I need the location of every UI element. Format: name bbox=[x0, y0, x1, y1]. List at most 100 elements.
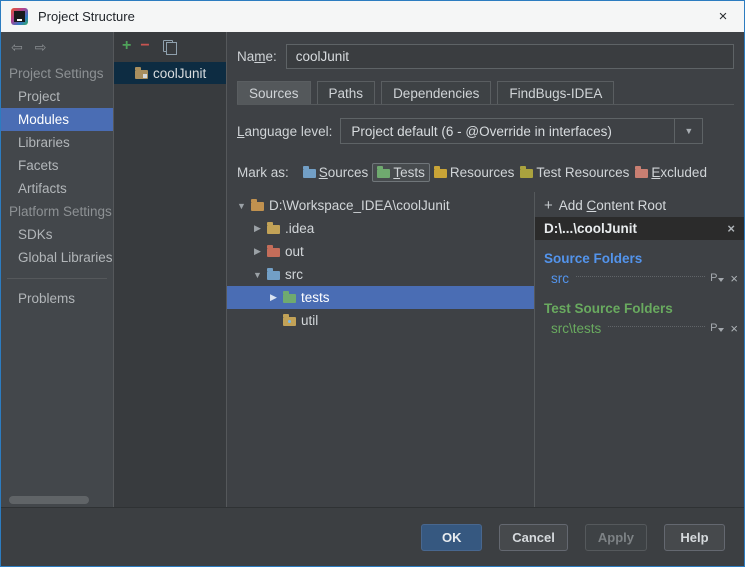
module-editor-panel: Name: Sources Paths Dependencies FindBug… bbox=[227, 32, 744, 507]
apply-button: Apply bbox=[585, 524, 647, 551]
window-title: Project Structure bbox=[38, 9, 135, 24]
folder-icon bbox=[251, 202, 264, 211]
name-row: Name: bbox=[237, 43, 734, 69]
back-arrow-icon[interactable]: ⇦ bbox=[11, 39, 23, 56]
sidebar-item-project[interactable]: Project bbox=[1, 85, 113, 108]
dotted-leader bbox=[608, 326, 705, 327]
sidebar-item-global-libraries[interactable]: Global Libraries bbox=[1, 246, 113, 269]
sidebar-section-platform-settings: Platform Settings bbox=[1, 200, 113, 223]
tree-row-label: util bbox=[301, 313, 318, 328]
sidebar-item-problems[interactable]: Problems bbox=[1, 287, 113, 310]
add-content-root-button[interactable]: + Add Content Root bbox=[535, 194, 744, 217]
sidebar-section-project-settings: Project Settings bbox=[1, 62, 113, 85]
module-icon bbox=[135, 70, 148, 79]
copy-icon[interactable] bbox=[163, 40, 173, 52]
remove-folder-icon[interactable]: × bbox=[730, 321, 738, 336]
tab-sources[interactable]: Sources bbox=[237, 81, 311, 104]
language-level-row: Language level: Project default (6 - @Ov… bbox=[237, 118, 734, 144]
sidebar-separator bbox=[7, 278, 107, 279]
tree-row-label: .idea bbox=[285, 221, 314, 236]
tree-row-label: src bbox=[285, 267, 303, 282]
excluded-folder-icon bbox=[267, 248, 280, 257]
chevron-collapsed-icon[interactable]: ▶ bbox=[251, 246, 264, 257]
mark-as-tests-button[interactable]: Tests bbox=[372, 163, 430, 182]
module-name-input[interactable] bbox=[286, 44, 734, 69]
add-content-root-label: Add Content Root bbox=[559, 198, 666, 213]
mark-as-test-resources-button[interactable]: Test Resources bbox=[518, 163, 631, 182]
chevron-down-icon[interactable]: ▼ bbox=[674, 119, 702, 143]
test-source-folder-entry[interactable]: src\tests P × bbox=[551, 319, 738, 337]
horizontal-scrollbar[interactable] bbox=[9, 496, 89, 504]
tree-row-content-root[interactable]: ▼ D:\Workspace_IDEA\coolJunit bbox=[227, 194, 534, 217]
package-prefix-icon[interactable]: P bbox=[710, 322, 724, 334]
remove-content-root-icon[interactable]: × bbox=[727, 221, 735, 236]
sidebar-item-artifacts[interactable]: Artifacts bbox=[1, 177, 113, 200]
dialog-button-bar: OK Cancel Apply Help bbox=[1, 507, 744, 566]
project-structure-dialog: Project Structure × ⇦ ⇨ Project Settings… bbox=[0, 0, 745, 567]
sources-folder-icon bbox=[303, 169, 316, 178]
tree-row-src[interactable]: ▼ src bbox=[227, 263, 534, 286]
language-level-select[interactable]: Project default (6 - @Override in interf… bbox=[340, 118, 703, 144]
mark-as-label: Mark as: bbox=[237, 165, 289, 180]
source-folders-heading: Source Folders bbox=[544, 251, 735, 266]
sidebar-item-modules[interactable]: Modules bbox=[1, 108, 113, 131]
help-button[interactable]: Help bbox=[664, 524, 725, 551]
module-tabs: Sources Paths Dependencies FindBugs-IDEA bbox=[237, 81, 734, 105]
module-list-panel: + − coolJunit bbox=[114, 32, 227, 507]
chevron-expanded-icon[interactable]: ▼ bbox=[251, 270, 264, 280]
history-nav: ⇦ ⇨ bbox=[1, 32, 113, 62]
folder-icon bbox=[267, 225, 280, 234]
tree-row-out[interactable]: ▶ out bbox=[227, 240, 534, 263]
intellij-logo-icon bbox=[11, 8, 28, 25]
sources-content: ▼ D:\Workspace_IDEA\coolJunit ▶ .idea ▶ … bbox=[227, 192, 744, 507]
test-source-folder-path: src\tests bbox=[551, 321, 601, 336]
test-source-folders-heading: Test Source Folders bbox=[544, 301, 735, 316]
module-list-item-cooljunit[interactable]: coolJunit bbox=[114, 62, 226, 84]
sidebar-item-facets[interactable]: Facets bbox=[1, 154, 113, 177]
tree-row-idea[interactable]: ▶ .idea bbox=[227, 217, 534, 240]
chevron-collapsed-icon[interactable]: ▶ bbox=[267, 292, 280, 303]
excluded-folder-icon bbox=[635, 169, 648, 178]
chevron-expanded-icon[interactable]: ▼ bbox=[235, 201, 248, 211]
language-level-label: Language level: bbox=[237, 124, 332, 139]
tab-dependencies[interactable]: Dependencies bbox=[381, 81, 491, 104]
window-close-icon[interactable]: × bbox=[712, 8, 734, 25]
package-prefix-icon[interactable]: P bbox=[710, 272, 724, 284]
dotted-leader bbox=[576, 276, 705, 277]
folders-panel: + Add Content Root D:\...\coolJunit × So… bbox=[534, 192, 744, 507]
source-folder-entry[interactable]: src P × bbox=[551, 269, 738, 287]
chevron-collapsed-icon[interactable]: ▶ bbox=[251, 223, 264, 234]
tree-row-util[interactable]: util bbox=[227, 309, 534, 332]
tab-findbugs-idea[interactable]: FindBugs-IDEA bbox=[497, 81, 614, 104]
ok-button[interactable]: OK bbox=[421, 524, 482, 551]
tree-row-label: D:\Workspace_IDEA\coolJunit bbox=[269, 198, 450, 213]
content-root-path: D:\...\coolJunit bbox=[544, 221, 637, 236]
tab-paths[interactable]: Paths bbox=[317, 81, 376, 104]
name-label: Name: bbox=[237, 49, 277, 64]
language-level-value: Project default (6 - @Override in interf… bbox=[341, 124, 674, 139]
title-bar: Project Structure × bbox=[1, 1, 744, 32]
source-folder-icon bbox=[267, 271, 280, 280]
resources-folder-icon bbox=[434, 169, 447, 178]
sidebar-item-libraries[interactable]: Libraries bbox=[1, 131, 113, 154]
tree-row-tests[interactable]: ▶ tests bbox=[227, 286, 534, 309]
module-toolbar: + − bbox=[114, 36, 226, 58]
remove-folder-icon[interactable]: × bbox=[730, 271, 738, 286]
module-name: coolJunit bbox=[153, 66, 206, 81]
mark-as-sources-button[interactable]: Sources bbox=[301, 163, 371, 182]
package-folder-icon bbox=[283, 317, 296, 326]
cancel-button[interactable]: Cancel bbox=[499, 524, 568, 551]
settings-sidebar: ⇦ ⇨ Project Settings Project Modules Lib… bbox=[1, 32, 114, 507]
tree-row-label: out bbox=[285, 244, 304, 259]
mark-as-resources-button[interactable]: Resources bbox=[432, 163, 517, 182]
add-icon[interactable]: + bbox=[122, 39, 131, 53]
plus-icon: + bbox=[544, 197, 553, 214]
mark-as-row: Mark as: Sources Tests Resources Test Re… bbox=[237, 160, 734, 184]
tree-row-label: tests bbox=[301, 290, 330, 305]
remove-icon[interactable]: − bbox=[140, 39, 149, 53]
forward-arrow-icon[interactable]: ⇨ bbox=[35, 39, 47, 56]
source-folder-path: src bbox=[551, 271, 569, 286]
mark-as-excluded-button[interactable]: Excluded bbox=[633, 163, 709, 182]
content-root-header[interactable]: D:\...\coolJunit × bbox=[535, 217, 744, 240]
sidebar-item-sdks[interactable]: SDKs bbox=[1, 223, 113, 246]
